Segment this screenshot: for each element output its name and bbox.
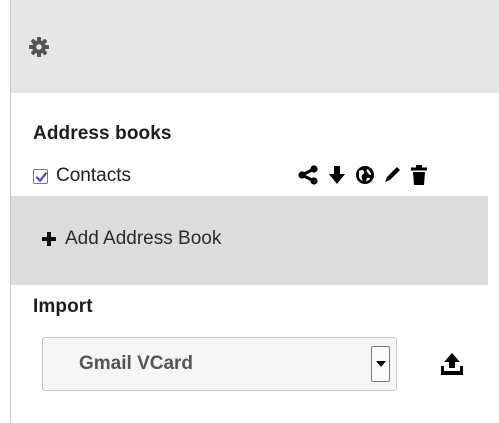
address-books-title: Address books [33, 123, 172, 144]
globe-icon[interactable] [355, 165, 375, 190]
address-book-item: Contacts [33, 162, 131, 190]
settings-header [11, 0, 499, 93]
check-icon [35, 171, 48, 182]
add-address-book-button[interactable]: Add Address Book [11, 196, 488, 285]
import-format-select[interactable]: Gmail VCard [42, 337, 397, 391]
import-format-value: Gmail VCard [79, 353, 194, 374]
gear-icon[interactable] [29, 37, 49, 57]
trash-icon[interactable] [411, 164, 427, 190]
share-icon[interactable] [297, 164, 319, 190]
contacts-settings-panel: Address books Contacts Add Address Book … [0, 0, 499, 423]
import-title: Import [33, 296, 93, 317]
address-book-label[interactable]: Contacts [56, 165, 131, 187]
plus-icon [42, 232, 56, 251]
chevron-down-icon [376, 361, 386, 367]
download-icon[interactable] [328, 165, 346, 190]
address-book-actions [297, 164, 427, 190]
dropdown-arrow[interactable] [371, 346, 390, 382]
pencil-icon[interactable] [384, 165, 402, 190]
upload-icon[interactable] [441, 352, 463, 381]
contacts-checkbox[interactable] [33, 168, 48, 184]
add-address-book-label: Add Address Book [65, 228, 222, 249]
